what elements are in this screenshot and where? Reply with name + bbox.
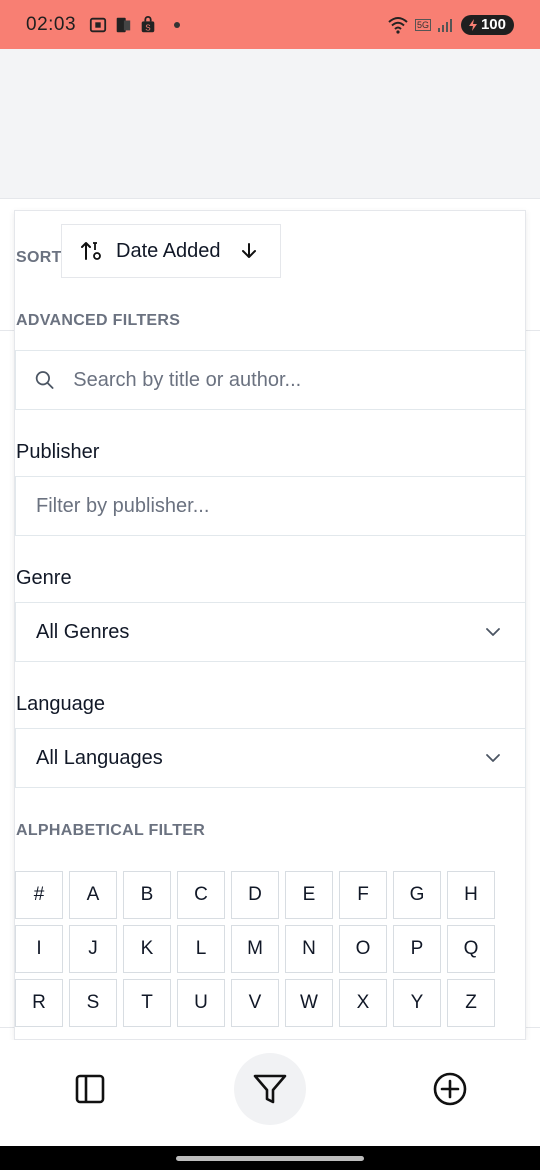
screenshot-icon: [89, 17, 107, 32]
system-navigation-bar: [0, 1146, 540, 1170]
status-system-icons: 5G 100: [387, 14, 514, 35]
sort-label: SORT: [16, 249, 62, 266]
search-field[interactable]: [15, 350, 526, 410]
letter-button-l[interactable]: L: [177, 925, 225, 973]
charging-icon: [468, 18, 477, 31]
shopping-bag-icon: S: [141, 15, 155, 32]
letter-button-e[interactable]: E: [285, 871, 333, 919]
wifi-icon: [388, 16, 408, 34]
arrow-down-icon: [241, 243, 256, 258]
language-label: Language: [16, 693, 105, 715]
letter-button-u[interactable]: U: [177, 979, 225, 1027]
language-select-value: All Languages: [36, 746, 163, 769]
filter-panel: SORT Date Added ADVANCED FILTERS Publish…: [14, 210, 526, 1040]
genre-select-value: All Genres: [36, 620, 130, 643]
status-time: 02:03: [26, 13, 77, 35]
letter-button-f[interactable]: F: [339, 871, 387, 919]
bottom-navigation: [0, 1040, 540, 1145]
sort-order-icon: [81, 242, 101, 260]
search-icon: [35, 371, 54, 389]
status-bar: 02:03 S 5G 100: [0, 0, 540, 49]
filter-icon: [253, 1074, 287, 1104]
letter-button-j[interactable]: J: [69, 925, 117, 973]
battery-level: 100: [480, 16, 506, 33]
letter-button-m[interactable]: M: [231, 925, 279, 973]
letter-button-r[interactable]: R: [15, 979, 63, 1027]
signal-icon: [437, 18, 452, 32]
letter-button-c[interactable]: C: [177, 871, 225, 919]
sort-value: Date Added: [116, 239, 221, 262]
letter-button-d[interactable]: D: [231, 871, 279, 919]
letter-button-y[interactable]: Y: [393, 979, 441, 1027]
letter-button-b[interactable]: B: [123, 871, 171, 919]
alphabet-grid: # A B C D E F G H I J K L M N O P Q R S …: [15, 871, 495, 1027]
add-circle-icon: [433, 1072, 467, 1106]
sort-dropdown-button[interactable]: Date Added: [61, 224, 281, 278]
genre-label: Genre: [16, 567, 72, 589]
page-header-area: [0, 49, 540, 199]
letter-button-q[interactable]: Q: [447, 925, 495, 973]
advanced-filters-heading: ADVANCED FILTERS: [16, 312, 181, 329]
publisher-label: Publisher: [16, 441, 100, 463]
letter-button-p[interactable]: P: [393, 925, 441, 973]
filter-button[interactable]: [234, 1053, 306, 1125]
add-button[interactable]: [426, 1069, 474, 1109]
letter-button-k[interactable]: K: [123, 925, 171, 973]
sidebar-icon: [75, 1074, 105, 1104]
letter-button-g[interactable]: G: [393, 871, 441, 919]
letter-button-h[interactable]: H: [447, 871, 495, 919]
chevron-down-icon: [486, 754, 500, 762]
letter-button-v[interactable]: V: [231, 979, 279, 1027]
letter-button-s[interactable]: S: [69, 979, 117, 1027]
svg-text:S: S: [145, 23, 151, 32]
alphabetical-filter-heading: ALPHABETICAL FILTER: [16, 822, 206, 839]
letter-button-t[interactable]: T: [123, 979, 171, 1027]
chevron-down-icon: [486, 628, 500, 636]
letter-button-z[interactable]: Z: [447, 979, 495, 1027]
home-indicator[interactable]: [176, 1156, 364, 1161]
letter-button-x[interactable]: X: [339, 979, 387, 1027]
letter-button-hash[interactable]: #: [15, 871, 63, 919]
network-type-label: 5G: [414, 18, 431, 31]
notification-dot-icon: [174, 21, 181, 28]
letter-button-n[interactable]: N: [285, 925, 333, 973]
status-notification-icons: S: [89, 15, 181, 34]
battery-indicator: 100: [460, 14, 514, 35]
publisher-input[interactable]: [16, 494, 525, 518]
genre-select[interactable]: All Genres: [15, 602, 526, 662]
language-select[interactable]: All Languages: [15, 728, 526, 788]
letter-button-a[interactable]: A: [69, 871, 117, 919]
letter-button-i[interactable]: I: [15, 925, 63, 973]
letter-button-o[interactable]: O: [339, 925, 387, 973]
app-notification-icon: [116, 17, 131, 32]
sidebar-toggle-button[interactable]: [66, 1069, 114, 1109]
search-input[interactable]: [73, 368, 525, 392]
letter-button-w[interactable]: W: [285, 979, 333, 1027]
publisher-field[interactable]: [15, 476, 526, 536]
